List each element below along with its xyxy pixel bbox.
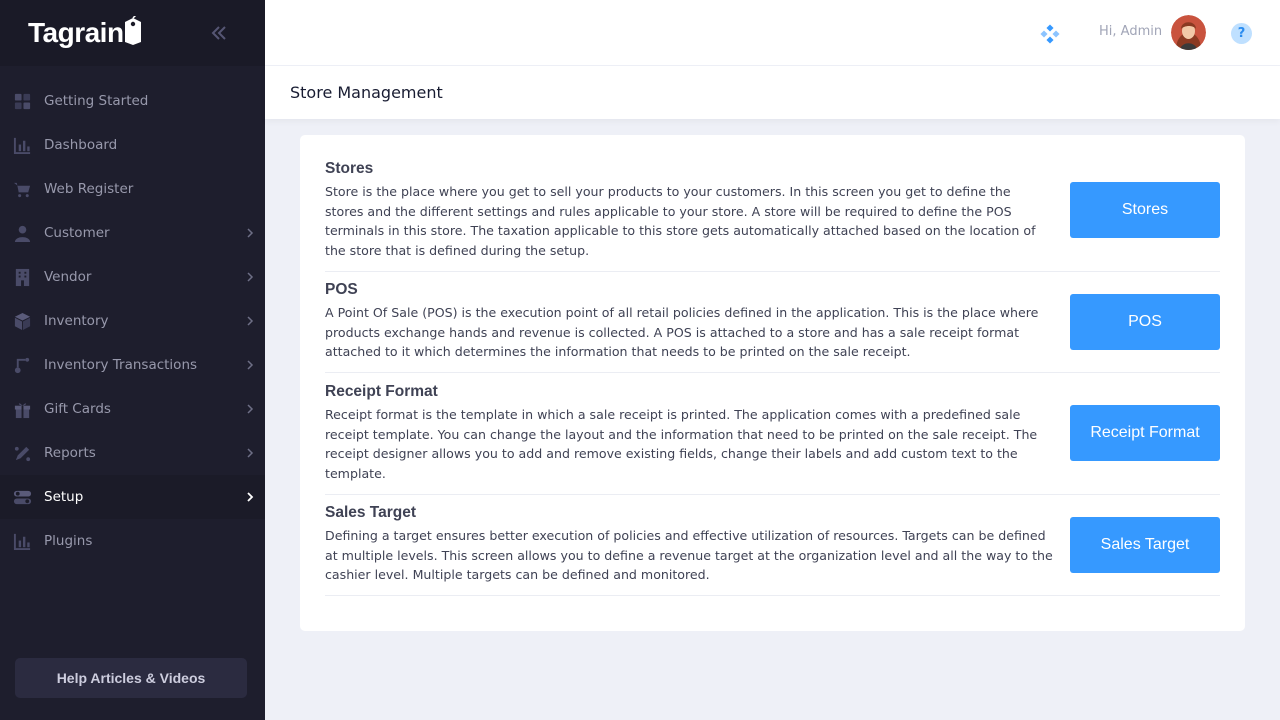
sidebar-item-label: Setup: [44, 489, 84, 505]
pen-icon: [12, 443, 32, 463]
chevron-right-icon: [247, 272, 254, 282]
brand-bar: Tagrain: [0, 0, 265, 66]
sidebar-item-label: Plugins: [44, 533, 93, 549]
sidebar-item-label: Reports: [44, 445, 96, 461]
stores-button[interactable]: Stores: [1070, 182, 1220, 238]
pos-button[interactable]: POS: [1070, 294, 1220, 350]
section-stores: Stores Store is the place where you get …: [325, 160, 1220, 272]
sales-target-button[interactable]: Sales Target: [1070, 517, 1220, 573]
cart-icon: [12, 179, 32, 199]
logo[interactable]: Tagrain: [28, 16, 144, 49]
toggle-icon: [12, 487, 32, 507]
help-articles-button[interactable]: Help Articles & Videos: [15, 658, 247, 698]
subheader: Store Management: [265, 66, 1280, 119]
sidebar-item-inventory[interactable]: Inventory: [0, 299, 265, 343]
section-title: Stores: [325, 160, 374, 177]
chevron-right-icon: [247, 404, 254, 414]
sidebar-item-getting-started[interactable]: Getting Started: [0, 79, 265, 123]
page-title: Store Management: [290, 83, 443, 102]
sidebar-item-web-register[interactable]: Web Register: [0, 167, 265, 211]
section-receipt-format: Receipt Format Receipt format is the tem…: [325, 383, 1220, 495]
grid-icon: [12, 91, 32, 111]
route-icon: [12, 355, 32, 375]
avatar[interactable]: [1171, 15, 1206, 50]
tag-icon: [124, 16, 141, 45]
brand-name: Tagrain: [28, 17, 124, 48]
sidebar-item-label: Web Register: [44, 181, 134, 197]
sidebar-item-label: Inventory: [44, 313, 109, 329]
sidebar-item-label: Inventory Transactions: [44, 357, 198, 373]
sidebar-item-label: Vendor: [44, 269, 92, 285]
sidebar-item-dashboard[interactable]: Dashboard: [0, 123, 265, 167]
bar-chart-icon: [12, 135, 32, 155]
sidebar-item-inventory-transactions[interactable]: Inventory Transactions: [0, 343, 265, 387]
chevron-right-icon: [247, 360, 254, 370]
sidebar-item-plugins[interactable]: Plugins: [0, 519, 265, 563]
sidebar-item-customer[interactable]: Customer: [0, 211, 265, 255]
section-description: Defining a target ensures better executi…: [325, 528, 1053, 582]
section-description: Receipt format is the template in which …: [325, 407, 1038, 481]
gift-icon: [12, 399, 32, 419]
section-description: A Point Of Sale (POS) is the execution p…: [325, 305, 1039, 359]
section-sales-target: Sales Target Defining a target ensures b…: [325, 504, 1220, 596]
section-title: Sales Target: [325, 504, 417, 521]
section-title: Receipt Format: [325, 383, 438, 400]
collapse-sidebar-icon[interactable]: [209, 23, 229, 43]
sidebar-item-gift-cards[interactable]: Gift Cards: [0, 387, 265, 431]
chevron-right-icon: [247, 316, 254, 326]
building-icon: [12, 267, 32, 287]
box-icon: [12, 311, 32, 331]
store-management-card: Stores Store is the place where you get …: [300, 135, 1245, 631]
diamond-icon[interactable]: [1040, 24, 1060, 44]
user-icon: [12, 223, 32, 243]
chevron-right-icon: [247, 228, 254, 238]
top-header: Hi, Admin ?: [265, 0, 1280, 66]
chevron-right-icon: [247, 492, 254, 502]
chevron-right-icon: [247, 448, 254, 458]
sidebar-item-setup[interactable]: Setup: [0, 475, 265, 519]
sidebar-item-label: Dashboard: [44, 137, 118, 153]
sidebar-item-reports[interactable]: Reports: [0, 431, 265, 475]
sidebar-item-label: Gift Cards: [44, 401, 111, 417]
sidebar-item-label: Getting Started: [44, 93, 149, 109]
sidebar-item-label: Customer: [44, 225, 110, 241]
section-description: Store is the place where you get to sell…: [325, 184, 1036, 258]
section-pos: POS A Point Of Sale (POS) is the executi…: [325, 281, 1220, 373]
receipt-format-button[interactable]: Receipt Format: [1070, 405, 1220, 461]
sidebar-item-vendor[interactable]: Vendor: [0, 255, 265, 299]
sidebar: Tagrain Getting Started Dashboard Web Re…: [0, 0, 265, 720]
bar-chart-icon: [12, 531, 32, 551]
user-greeting[interactable]: Hi, Admin: [1099, 24, 1162, 39]
section-title: POS: [325, 281, 358, 298]
help-icon[interactable]: ?: [1231, 23, 1252, 44]
sidebar-nav: Getting Started Dashboard Web Register C…: [0, 66, 265, 563]
